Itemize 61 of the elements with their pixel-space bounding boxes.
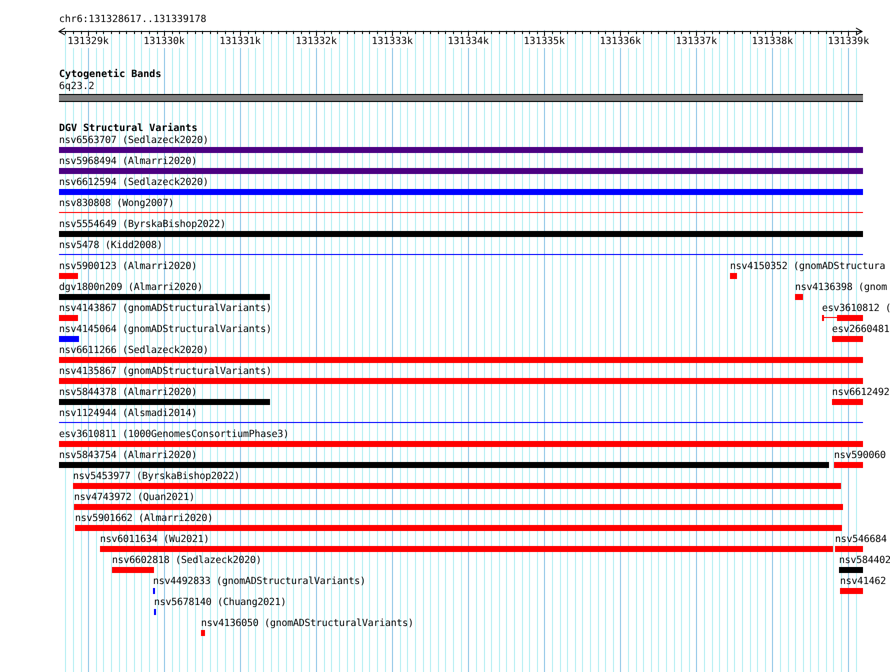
feature-label: nsv5843754 (Almarri2020) [59, 450, 197, 462]
location-label: chr6:131328617..131339178 [59, 14, 206, 26]
feature-label: nsv1124944 (Alsmadi2014) [59, 408, 197, 420]
ruler-label: 131336k [600, 36, 641, 48]
feature-label: nsv5900123 (Almarri2020) [59, 261, 197, 273]
feature-label: nsv4492833 (gnomADStructuralVariants) [153, 576, 366, 588]
feature-line[interactable] [59, 422, 863, 423]
feature-label: nsv4145064 (gnomADStructuralVariants) [59, 324, 272, 336]
feature-line[interactable] [59, 254, 863, 255]
ruler-label: 131339k [828, 36, 870, 48]
feature-label: nsv4136050 (gnomADStructuralVariants) [201, 618, 414, 630]
ruler-label: 131337k [676, 36, 718, 48]
feature-label: nsv5844378 (Almarri2020) [59, 387, 197, 399]
feature-label: nsv41462 [840, 576, 886, 588]
feature-bar[interactable] [154, 609, 156, 615]
feature-label: nsv6602818 (Sedlazeck2020) [112, 555, 262, 567]
feature-label: nsv4136398 (gnom [795, 282, 887, 294]
feature-label: nsv4743972 (Quan2021) [74, 492, 195, 504]
feature-label: nsv584402 [839, 555, 890, 567]
feature-bar[interactable] [794, 294, 803, 300]
feature-label: nsv5678140 (Chuang2021) [154, 597, 286, 609]
track-title: DGV Structural Variants [59, 123, 198, 135]
feature-label: nsv546684 [835, 534, 887, 546]
feature-label: nsv6563707 (Sedlazeck2020) [59, 135, 208, 147]
feature-bar[interactable] [59, 273, 78, 279]
feature-label: nsv5453977 (ByrskaBishop2022) [73, 471, 240, 483]
feature-label: nsv5968494 (Almarri2020) [59, 156, 197, 168]
ruler-label: 131335k [524, 36, 565, 48]
feature-label: nsv590060 [834, 450, 886, 462]
feature-label: dgv1800n209 (Almarri2020) [59, 282, 203, 294]
ruler-label: 131333k [372, 36, 413, 48]
feature-bar[interactable] [153, 588, 156, 594]
band-label: 6q23.2 [59, 81, 94, 93]
feature-label: esv2660481 [832, 324, 890, 336]
feature-label: nsv6011634 (Wu2021) [100, 534, 210, 546]
feature-bar[interactable] [730, 273, 737, 279]
feature-bar[interactable] [838, 567, 863, 573]
ruler-label: 131332k [296, 36, 337, 48]
feature-label: nsv830808 (Wong2007) [59, 198, 174, 210]
cytoband-bar[interactable] [59, 94, 863, 102]
ruler-label: 131334k [448, 36, 489, 48]
feature-line[interactable] [59, 212, 863, 213]
feature-label: esv3610811 (1000GenomesConsortiumPhase3) [59, 429, 289, 441]
ruler-label: 131329k [67, 36, 109, 48]
feature-label: nsv4135867 (gnomADStructuralVariants) [59, 366, 272, 378]
feature-bar[interactable] [59, 315, 78, 321]
ruler-label: 131338k [752, 36, 794, 48]
feature-label: nsv6612492 [832, 387, 890, 399]
track-title: Cytogenetic Bands [59, 69, 162, 81]
feature-label: nsv5478 (Kidd2008) [59, 240, 162, 252]
feature-label: esv3610812 ( [822, 303, 890, 315]
feature-label: nsv6612594 (Sedlazeck2020) [59, 177, 208, 189]
feature-label: nsv6611266 (Sedlazeck2020) [59, 345, 208, 357]
feature-label: nsv5554649 (ByrskaBishop2022) [59, 219, 226, 231]
ruler-label: 131330k [144, 36, 185, 48]
feature-bar[interactable] [200, 630, 206, 636]
feature-bar[interactable] [59, 336, 80, 342]
feature-label: nsv4150352 (gnomADStructura [730, 261, 886, 273]
ruler-label: 131331k [220, 36, 261, 48]
feature-label: nsv4143867 (gnomADStructuralVariants) [59, 303, 272, 315]
feature-label: nsv5901662 (Almarri2020) [75, 513, 213, 525]
